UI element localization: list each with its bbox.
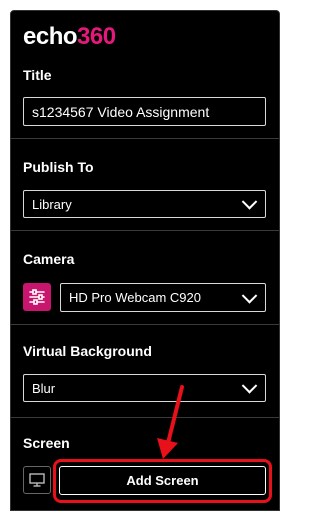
divider (11, 417, 279, 418)
virtual-background-label: Virtual Background (23, 343, 152, 359)
divider (11, 324, 279, 325)
publish-to-select[interactable]: Library (23, 190, 266, 218)
virtual-background-value: Blur (32, 380, 56, 396)
recorder-settings-panel: echo 360 Title s1234567 Video Assignment … (10, 10, 280, 511)
title-input[interactable]: s1234567 Video Assignment (23, 97, 266, 126)
chevron-down-icon (241, 194, 258, 210)
monitor-icon (29, 473, 45, 487)
camera-settings-button[interactable] (23, 283, 51, 311)
logo-number: 360 (77, 23, 116, 50)
chevron-down-icon (241, 287, 258, 304)
screen-label: Screen (23, 435, 70, 451)
camera-select-value: HD Pro Webcam C920 (69, 290, 201, 305)
callout-arrow-icon (157, 385, 184, 459)
title-input-value: s1234567 Video Assignment (32, 103, 210, 120)
title-label: Title (23, 67, 52, 83)
logo-text: echo (23, 23, 78, 50)
add-screen-button[interactable]: Add Screen (59, 466, 266, 495)
chevron-down-icon (241, 378, 258, 394)
sliders-icon (29, 289, 45, 305)
camera-select[interactable]: HD Pro Webcam C920 (60, 283, 266, 312)
divider (11, 230, 279, 231)
publish-to-label: Publish To (23, 159, 94, 175)
virtual-background-select[interactable]: Blur (23, 374, 266, 402)
divider (11, 138, 279, 139)
publish-to-value: Library (32, 196, 72, 212)
screen-toggle-button[interactable] (23, 466, 51, 494)
echo360-logo: echo 360 (23, 23, 116, 51)
camera-label: Camera (23, 251, 75, 267)
